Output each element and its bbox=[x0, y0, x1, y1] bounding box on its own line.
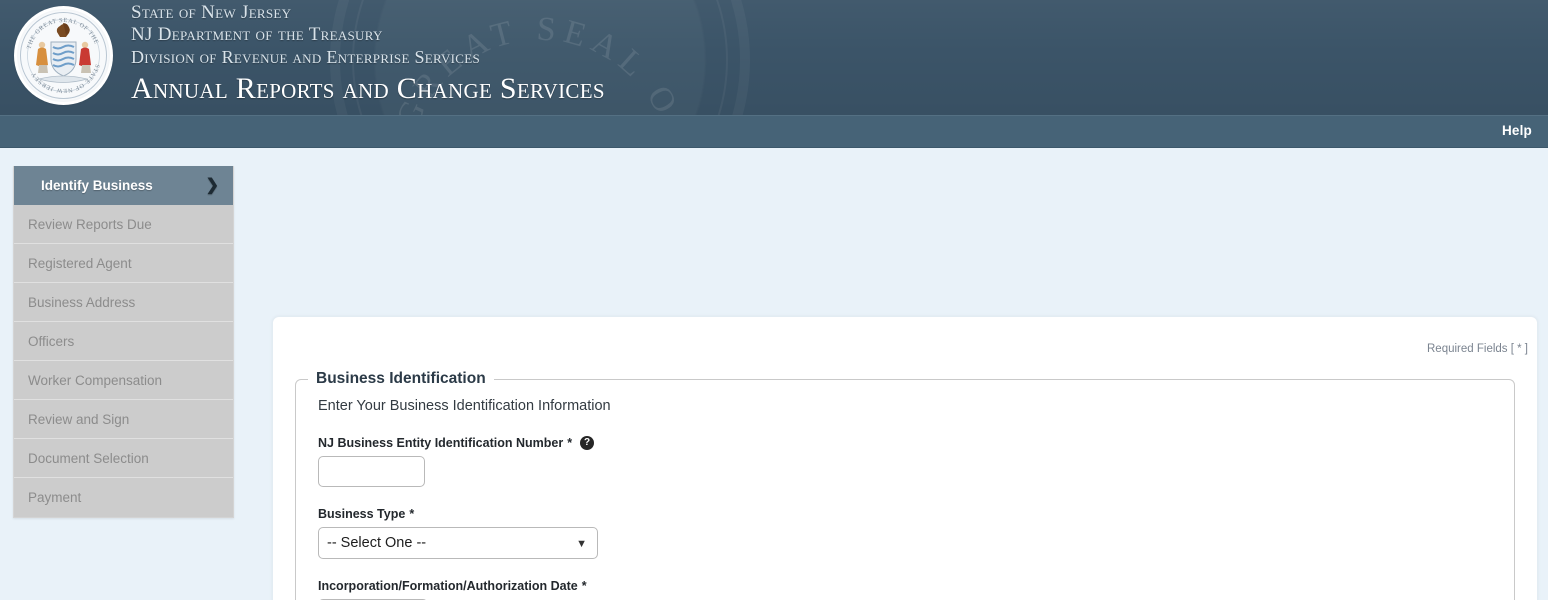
field-business-type: Business Type * -- Select One -- ▼ bbox=[318, 507, 1492, 559]
sidebar-item-label: Review Reports Due bbox=[28, 217, 152, 232]
intro-text: Enter Your Business Identification Infor… bbox=[318, 398, 611, 414]
chevron-right-icon: ❯ bbox=[205, 177, 219, 194]
required-asterisk: * bbox=[567, 436, 573, 450]
business-type-select-wrap: -- Select One -- ▼ bbox=[318, 527, 598, 559]
field-entity-id: NJ Business Entity Identification Number… bbox=[318, 436, 1492, 487]
sidebar-item-review-reports-due[interactable]: Review Reports Due bbox=[14, 205, 233, 244]
sidebar-item-label: Registered Agent bbox=[28, 256, 132, 271]
incorporation-date-label-text: Incorporation/Formation/Authorization Da… bbox=[318, 579, 578, 593]
header-line-department: NJ Department of the Treasury bbox=[131, 24, 383, 45]
business-type-label: Business Type * bbox=[318, 507, 1492, 521]
incorporation-date-label: Incorporation/Formation/Authorization Da… bbox=[318, 579, 1492, 593]
sidebar-item-review-and-sign[interactable]: Review and Sign bbox=[14, 400, 233, 439]
sidebar-item-worker-compensation[interactable]: Worker Compensation bbox=[14, 361, 233, 400]
required-asterisk: * bbox=[409, 507, 415, 521]
state-seal-icon: THE GREAT SEAL OF THE STATE OF NEW JERSE… bbox=[17, 9, 110, 102]
sidebar-item-officers[interactable]: Officers bbox=[14, 322, 233, 361]
required-fields-note: Required Fields [ * ] bbox=[1427, 343, 1528, 355]
sidebar-item-label: Business Address bbox=[28, 295, 136, 310]
sidebar-item-registered-agent[interactable]: Registered Agent bbox=[14, 244, 233, 283]
card-legend: Business Identification bbox=[316, 370, 486, 387]
header-title-block: State of New Jersey NJ Department of the… bbox=[131, 0, 605, 106]
entity-id-input[interactable] bbox=[318, 456, 425, 487]
main-content-panel: Required Fields [ * ] Business Identific… bbox=[272, 316, 1538, 600]
header-line-division: Division of Revenue and Enterprise Servi… bbox=[131, 47, 481, 67]
page-body: Identify Business ❯ Review Reports Due R… bbox=[0, 148, 1548, 600]
required-asterisk: * bbox=[581, 579, 587, 593]
field-incorporation-date: Incorporation/Formation/Authorization Da… bbox=[318, 579, 1492, 600]
sidebar-item-payment[interactable]: Payment bbox=[14, 478, 233, 517]
business-identification-card: Business Identification Enter Your Busin… bbox=[295, 370, 1515, 600]
site-header: GREAT SEAL OF THE STATE OF NEW JERSEY TH… bbox=[0, 0, 1548, 115]
entity-id-label-text: NJ Business Entity Identification Number bbox=[318, 436, 564, 450]
business-type-select[interactable]: -- Select One -- bbox=[318, 527, 598, 559]
sidebar-item-label: Document Selection bbox=[28, 451, 149, 466]
sidebar-item-business-address[interactable]: Business Address bbox=[14, 283, 233, 322]
help-question-icon[interactable]: ? bbox=[580, 436, 595, 450]
help-link[interactable]: Help bbox=[1502, 123, 1532, 138]
wizard-sidebar: Identify Business ❯ Review Reports Due R… bbox=[13, 166, 234, 518]
entity-id-label: NJ Business Entity Identification Number… bbox=[318, 436, 1492, 450]
sidebar-item-label: Officers bbox=[28, 334, 75, 349]
sidebar-item-document-selection[interactable]: Document Selection bbox=[14, 439, 233, 478]
sidebar-item-label: Payment bbox=[28, 490, 82, 505]
sidebar-item-label: Review and Sign bbox=[28, 412, 130, 427]
sidebar-item-label: Worker Compensation bbox=[28, 373, 163, 388]
page-title: Annual Reports and Change Services bbox=[131, 72, 605, 105]
header-line-state: State of New Jersey bbox=[131, 2, 292, 23]
business-type-label-text: Business Type bbox=[318, 507, 406, 521]
utility-bar: Help bbox=[0, 115, 1548, 148]
sidebar-item-label: Identify Business bbox=[41, 178, 153, 193]
sidebar-item-identify-business[interactable]: Identify Business ❯ bbox=[14, 166, 233, 205]
